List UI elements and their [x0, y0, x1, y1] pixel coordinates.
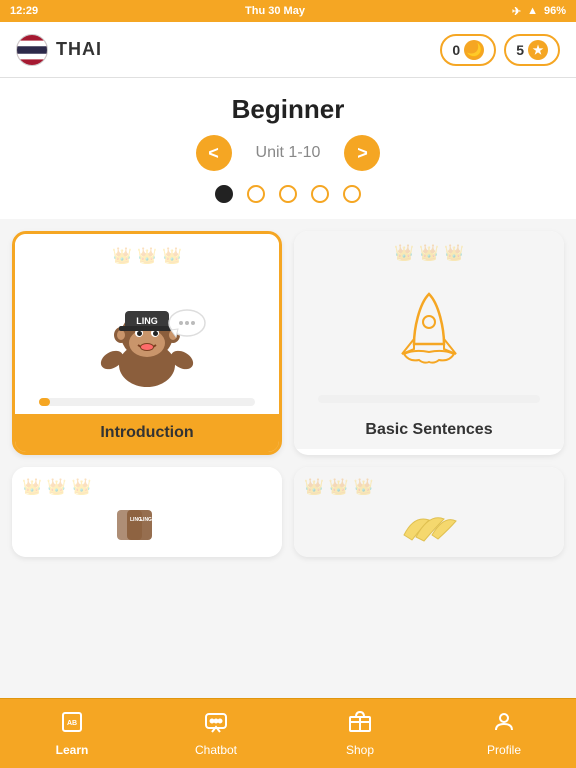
crown-1: 👑 — [304, 477, 324, 497]
signal-icon: ✈ — [512, 5, 521, 18]
next-unit-button[interactable]: > — [344, 135, 380, 171]
partial-card-1[interactable]: 👑 👑 👑 LING LING — [12, 467, 282, 557]
basic-sentences-crowns: 👑 👑 👑 — [394, 243, 464, 263]
streak-count: 0 — [452, 42, 460, 58]
chatbot-label: Chatbot — [195, 743, 237, 757]
crown-3: 👑 — [72, 477, 92, 497]
svg-text:LING: LING — [130, 517, 142, 523]
streak-badge: 0 🌙 — [440, 34, 496, 66]
dot-3 — [279, 185, 297, 203]
introduction-progress-bar — [39, 398, 255, 406]
dot-1 — [215, 185, 233, 203]
svg-text:LING: LING — [136, 316, 158, 326]
chatbot-icon — [204, 710, 228, 740]
cards-partial: 👑 👑 👑 LING LING 👑 — [0, 467, 576, 557]
partial-card-2-svg — [394, 505, 464, 545]
crown-2: 👑 — [137, 246, 157, 266]
nav-item-chatbot[interactable]: Chatbot — [144, 710, 288, 757]
prev-unit-button[interactable]: < — [196, 135, 232, 171]
basic-sentences-card[interactable]: 👑 👑 👑 — [294, 231, 564, 455]
dot-4 — [311, 185, 329, 203]
crown-2: 👑 — [47, 477, 67, 497]
nav-item-profile[interactable]: Profile — [432, 710, 576, 757]
moon-icon: 🌙 — [464, 40, 484, 60]
crown-3: 👑 — [354, 477, 374, 497]
app-title: THAI — [56, 39, 102, 60]
app-logo: THAI — [16, 34, 102, 66]
partial-card-2[interactable]: 👑 👑 👑 — [294, 467, 564, 557]
unit-label: Unit 1-10 — [256, 144, 321, 162]
header-badges: 0 🌙 5 ★ — [440, 34, 560, 66]
shop-icon — [348, 710, 372, 740]
learn-icon: AB — [60, 710, 84, 740]
monkey-svg: LING — [82, 275, 212, 390]
crown-3: 👑 — [162, 246, 182, 266]
wifi-icon: ▲ — [527, 5, 538, 17]
partial-card-1-svg: LING LING — [112, 505, 182, 545]
star-badge: 5 ★ — [504, 34, 560, 66]
crown-1: 👑 — [394, 243, 414, 263]
level-title: Beginner — [0, 94, 576, 125]
introduction-card-upper: 👑 👑 👑 — [15, 234, 279, 414]
star-icon: ★ — [528, 40, 548, 60]
battery-text: 96% — [544, 5, 566, 17]
rocket-svg — [384, 284, 474, 374]
introduction-label: Introduction — [100, 424, 193, 441]
crown-3: 👑 — [444, 243, 464, 263]
shop-label: Shop — [346, 743, 374, 757]
learn-label: Learn — [56, 743, 89, 757]
nav-item-learn[interactable]: AB Learn — [0, 710, 144, 757]
svg-text:AB: AB — [67, 720, 77, 727]
partial-card-2-crowns: 👑 👑 👑 — [304, 477, 554, 497]
status-day: Thu 30 May — [245, 5, 305, 17]
star-count: 5 — [516, 42, 524, 58]
status-right: ✈ ▲ 96% — [512, 5, 566, 18]
bottom-nav: AB Learn Chatbot Shop — [0, 698, 576, 768]
introduction-crowns: 👑 👑 👑 — [112, 246, 182, 266]
introduction-progress-fill — [39, 398, 50, 406]
thai-flag — [16, 34, 48, 66]
introduction-label-area: Introduction — [15, 414, 279, 452]
unit-navigation: < Unit 1-10 > — [0, 135, 576, 171]
crown-2: 👑 — [329, 477, 349, 497]
partial-card-1-crowns: 👑 👑 👑 — [22, 477, 272, 497]
cards-grid: 👑 👑 👑 — [0, 219, 576, 455]
basic-sentences-image — [306, 271, 552, 387]
crown-2: 👑 — [419, 243, 439, 263]
header: THAI 0 🌙 5 ★ — [0, 22, 576, 78]
basic-sentences-label: Basic Sentences — [365, 421, 492, 438]
level-section: Beginner < Unit 1-10 > — [0, 78, 576, 219]
introduction-card[interactable]: 👑 👑 👑 — [12, 231, 282, 455]
status-time: 12:29 — [10, 5, 38, 17]
introduction-image: LING — [27, 274, 267, 390]
basic-sentences-card-upper: 👑 👑 👑 — [294, 231, 564, 411]
nav-item-shop[interactable]: Shop — [288, 710, 432, 757]
crown-1: 👑 — [112, 246, 132, 266]
basic-sentences-progress-bar — [318, 395, 539, 403]
profile-icon — [492, 710, 516, 740]
status-bar: 12:29 Thu 30 May ✈ ▲ 96% — [0, 0, 576, 22]
crown-1: 👑 — [22, 477, 42, 497]
dot-2 — [247, 185, 265, 203]
progress-dots — [0, 185, 576, 207]
dot-5 — [343, 185, 361, 203]
main-content: Beginner < Unit 1-10 > 👑 👑 👑 — [0, 78, 576, 698]
profile-label: Profile — [487, 743, 521, 757]
basic-sentences-label-area: Basic Sentences — [294, 411, 564, 449]
